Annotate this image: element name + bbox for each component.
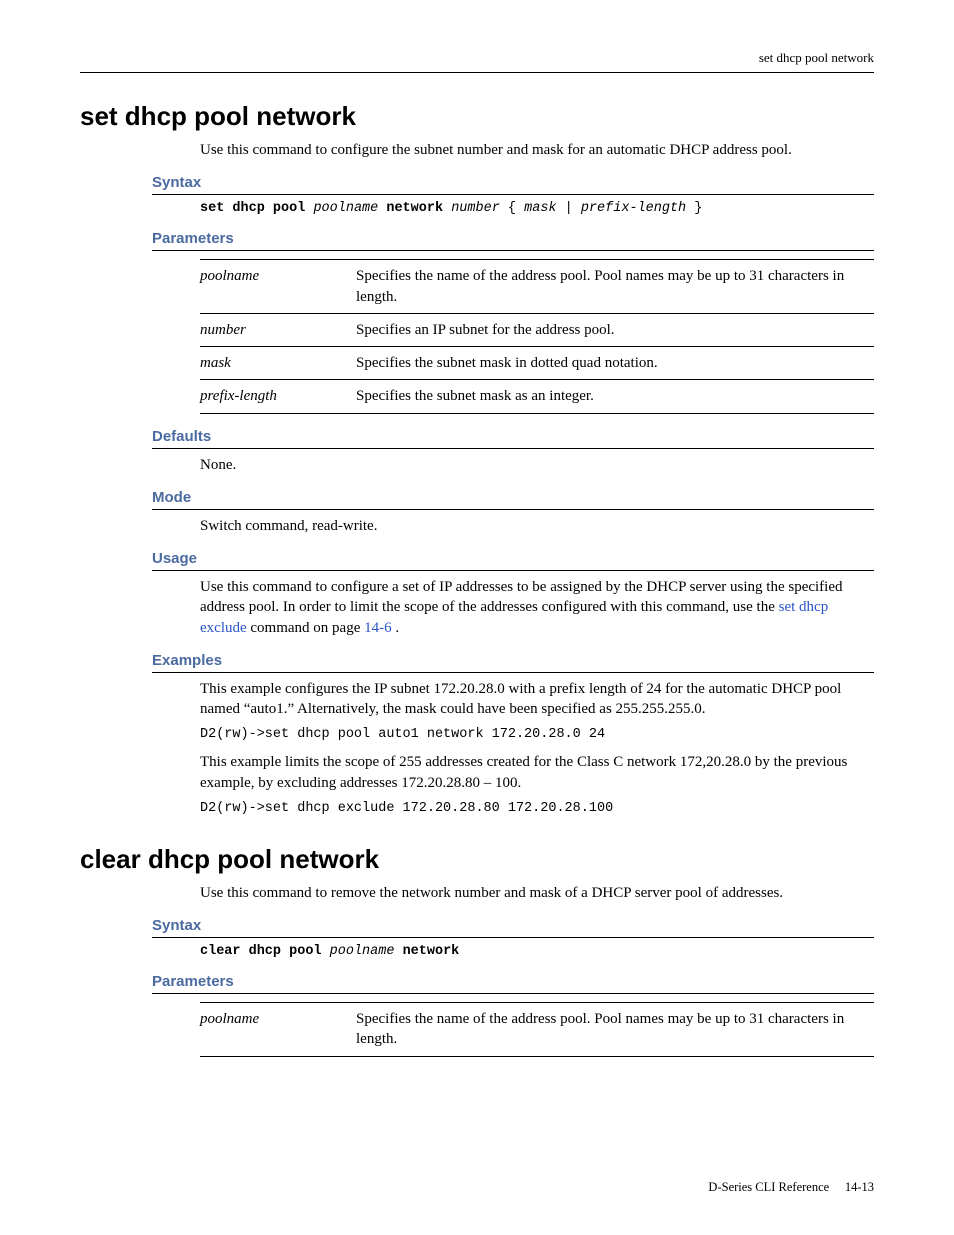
syntax-arg: mask	[524, 201, 556, 216]
param-name: prefix-length	[200, 380, 356, 413]
syntax-brace: {	[508, 201, 516, 216]
cmd1-defaults-body: None.	[200, 455, 874, 475]
cmd1-defaults-heading: Defaults	[152, 428, 874, 449]
table-row: poolname Specifies the name of the addre…	[200, 1003, 874, 1057]
usage-text: Use this command to configure a set of I…	[200, 579, 843, 615]
cmd1-parameters-heading: Parameters	[152, 230, 874, 251]
cmd1-usage-heading: Usage	[152, 550, 874, 571]
cmd2-syntax-heading: Syntax	[152, 917, 874, 938]
syntax-arg: poolname	[313, 201, 378, 216]
param-desc: Specifies the name of the address pool. …	[356, 260, 874, 314]
syntax-arg: prefix-length	[581, 201, 686, 216]
syntax-brace: }	[694, 201, 702, 216]
syntax-arg: number	[451, 201, 500, 216]
cmd1-title: set dhcp pool network	[80, 101, 874, 132]
syntax-arg: poolname	[330, 944, 395, 959]
param-name: poolname	[200, 1003, 356, 1057]
usage-text: .	[395, 620, 399, 636]
cmd1-parameters-table: poolname Specifies the name of the addre…	[200, 259, 874, 413]
running-header: set dhcp pool network	[80, 50, 874, 73]
param-desc: Specifies an IP subnet for the address p…	[356, 313, 874, 346]
syntax-keyword: clear dhcp pool	[200, 944, 322, 959]
cmd2-parameters-table: poolname Specifies the name of the addre…	[200, 1002, 874, 1057]
cmd1-example-p2: This example limits the scope of 255 add…	[200, 752, 874, 793]
syntax-keyword: network	[386, 201, 443, 216]
cmd1-mode-body: Switch command, read-write.	[200, 516, 874, 536]
cmd1-example-p1: This example configures the IP subnet 17…	[200, 679, 874, 720]
syntax-keyword: network	[403, 944, 460, 959]
cmd1-intro: Use this command to configure the subnet…	[200, 140, 874, 160]
cmd2-intro: Use this command to remove the network n…	[200, 883, 874, 903]
cmd2-title: clear dhcp pool network	[80, 844, 874, 875]
cmd1-syntax-heading: Syntax	[152, 174, 874, 195]
table-row: number Specifies an IP subnet for the ad…	[200, 313, 874, 346]
param-name: number	[200, 313, 356, 346]
syntax-keyword: set dhcp pool	[200, 201, 305, 216]
usage-text: command on page	[250, 620, 364, 636]
usage-pageref[interactable]: 14-6	[364, 620, 392, 636]
syntax-pipe: |	[565, 201, 581, 216]
param-desc: Specifies the name of the address pool. …	[356, 1003, 874, 1057]
param-name: mask	[200, 347, 356, 380]
cmd1-syntax: set dhcp pool poolname network number { …	[200, 201, 874, 216]
page-footer: D-Series CLI Reference 14-13	[708, 1180, 874, 1195]
footer-doc-title: D-Series CLI Reference	[708, 1180, 829, 1194]
table-row: mask Specifies the subnet mask in dotted…	[200, 347, 874, 380]
table-row: prefix-length Specifies the subnet mask …	[200, 380, 874, 413]
cmd2-syntax: clear dhcp pool poolname network	[200, 944, 874, 959]
footer-page-number: 14-13	[845, 1180, 874, 1194]
cmd1-mode-heading: Mode	[152, 489, 874, 510]
cmd1-example-code1: D2(rw)->set dhcp pool auto1 network 172.…	[200, 727, 874, 742]
cmd1-example-code2: D2(rw)->set dhcp exclude 172.20.28.80 17…	[200, 801, 874, 816]
cmd2-parameters-heading: Parameters	[152, 973, 874, 994]
param-desc: Specifies the subnet mask in dotted quad…	[356, 347, 874, 380]
param-name: poolname	[200, 260, 356, 314]
cmd1-usage-body: Use this command to configure a set of I…	[200, 577, 874, 638]
cmd1-examples-heading: Examples	[152, 652, 874, 673]
param-desc: Specifies the subnet mask as an integer.	[356, 380, 874, 413]
table-row: poolname Specifies the name of the addre…	[200, 260, 874, 314]
